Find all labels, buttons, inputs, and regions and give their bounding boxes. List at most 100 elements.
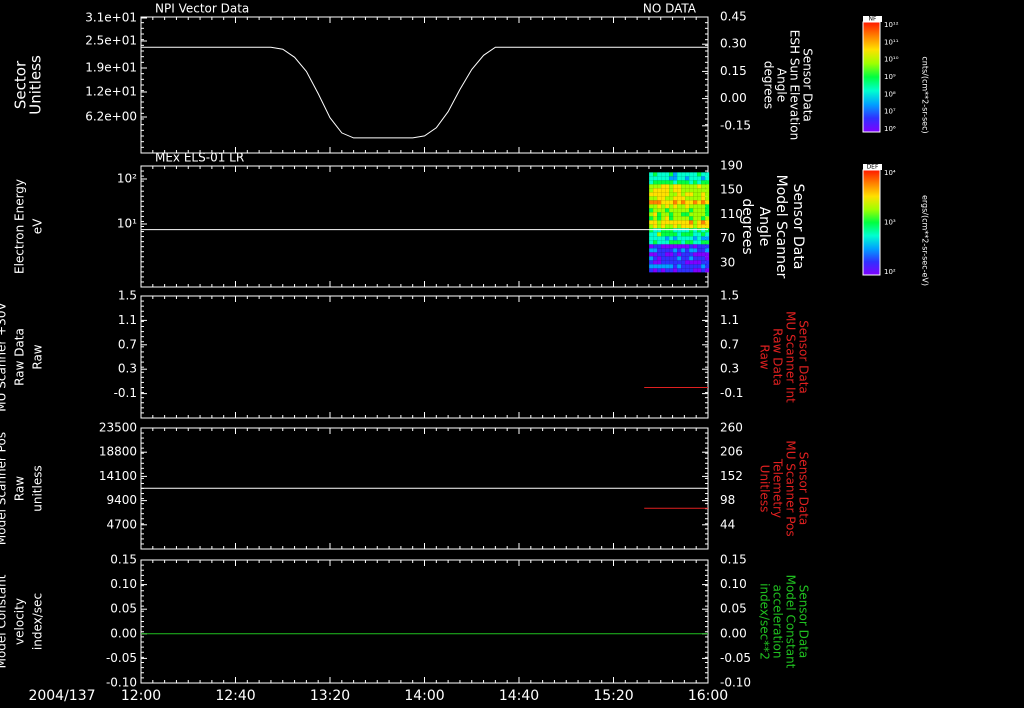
spectrogram-cell (705, 240, 710, 245)
spectrogram-cell (665, 204, 670, 209)
spectrogram-cell (665, 184, 670, 189)
spectrogram-cell (701, 264, 706, 269)
y-tick-label: 18800 (99, 445, 137, 459)
spectrogram-cell (653, 188, 658, 193)
y2-tick-label: -0.15 (720, 118, 751, 132)
spectrogram-cell (665, 208, 670, 213)
spectrogram-cell (705, 268, 710, 273)
x-tick-label: 15:20 (593, 688, 633, 704)
spectrogram-cell (665, 212, 670, 217)
y2-tick-label: 260 (720, 421, 743, 435)
spectrogram-cell (673, 180, 678, 185)
spectrogram-cell (673, 236, 678, 241)
spectrogram-cell (653, 268, 658, 273)
spectrogram-cell (697, 264, 702, 269)
spectrogram-cell (701, 180, 706, 185)
x-tick-label: 14:00 (404, 688, 444, 704)
spectrogram-cell (697, 212, 702, 217)
spectrogram-cell (689, 240, 694, 245)
spectrogram-cell (669, 204, 674, 209)
spectrogram-cell (705, 260, 710, 265)
y2-tick-label: 150 (720, 183, 743, 197)
y-tick-label: 0.3 (118, 362, 137, 376)
spectrogram-cell (689, 212, 694, 217)
y2-tick-label: 0.15 (720, 64, 747, 78)
spectrogram-cell (689, 216, 694, 221)
spectrogram-cell (649, 176, 654, 181)
spectrogram-cell (693, 192, 698, 197)
spectrogram-cell (673, 244, 678, 249)
spectrogram-cell (649, 232, 654, 237)
colorbar-bar (862, 169, 881, 276)
y-tick-label: 0.05 (110, 602, 137, 616)
y2-tick-label: -0.05 (720, 651, 751, 665)
spectrogram-cell (681, 236, 686, 241)
spectrogram-cell (681, 260, 686, 265)
spectrogram-cell (677, 196, 682, 201)
spectrogram-cell (681, 224, 686, 229)
spectrogram-cell (705, 188, 710, 193)
colorbar-units: ergs/(cm**2-sr-sec-eV) (921, 195, 930, 286)
spectrogram-cell (669, 260, 674, 265)
spectrogram-cell (669, 240, 674, 245)
spectrogram-cell (685, 232, 690, 237)
spectrogram-cell (665, 192, 670, 197)
spectrogram-cell (669, 188, 674, 193)
spectrogram-cell (697, 200, 702, 205)
spectrogram-cell (685, 188, 690, 193)
y-axis-label: MU Scanner +30V (0, 302, 9, 412)
y2-axis-label: Unitless (758, 465, 772, 513)
spectrogram-cell (661, 196, 666, 201)
spectrogram-cell (681, 256, 686, 261)
spectrogram-cell (697, 248, 702, 253)
spectrogram-cell (701, 240, 706, 245)
spectrogram-cell (677, 232, 682, 237)
spectrogram-cell (681, 232, 686, 237)
spectrogram-cell (685, 256, 690, 261)
spectrogram-cell (665, 224, 670, 229)
spectrogram-cell (653, 256, 658, 261)
spectrogram-cell (661, 240, 666, 245)
spectrogram-cell (701, 256, 706, 261)
spectrogram-cell (693, 228, 698, 233)
spectrogram-cell (697, 184, 702, 189)
spectrogram-cell (697, 208, 702, 213)
y-tick-label: 23500 (99, 421, 137, 435)
spectrogram-cell (653, 200, 658, 205)
spectrogram-cell (693, 180, 698, 185)
y-tick-label: 1.9e+01 (85, 61, 137, 75)
spectrogram-cell (685, 248, 690, 253)
spectrogram-cell (673, 256, 678, 261)
spectrogram-cell (653, 192, 658, 197)
spectrogram-cell (657, 184, 662, 189)
spectrogram-cell (697, 252, 702, 257)
spectrogram-cell (669, 180, 674, 185)
spectrogram-cell (657, 236, 662, 241)
spectrogram-cell (685, 236, 690, 241)
spectrogram-cell (653, 252, 658, 257)
spectrogram-cell (665, 220, 670, 225)
spectrogram-cell (653, 176, 658, 181)
spectrogram-cell (673, 184, 678, 189)
y-axis-label: Electron Energy (13, 179, 27, 274)
spectrogram-cell (661, 256, 666, 261)
spectrogram-cell (669, 184, 674, 189)
spectrogram-cell (653, 260, 658, 265)
spectrogram-cell (705, 192, 710, 197)
spectrogram-cell (693, 196, 698, 201)
spectrogram-cell (673, 188, 678, 193)
spectrogram-cell (705, 236, 710, 241)
spectrogram-cell (669, 220, 674, 225)
spectrogram-cell (673, 224, 678, 229)
spectrogram-cell (665, 260, 670, 265)
spectrogram-cell (689, 248, 694, 253)
spectrogram-cell (661, 268, 666, 273)
spectrogram-cell (661, 232, 666, 237)
spectrogram-cell (689, 232, 694, 237)
spectrogram-cell (693, 236, 698, 241)
spectrogram-cell (705, 216, 710, 221)
spectrogram-cell (665, 176, 670, 181)
y-axis-label: eV (31, 218, 45, 234)
spectrogram-cell (685, 180, 690, 185)
spectrogram-cell (693, 188, 698, 193)
